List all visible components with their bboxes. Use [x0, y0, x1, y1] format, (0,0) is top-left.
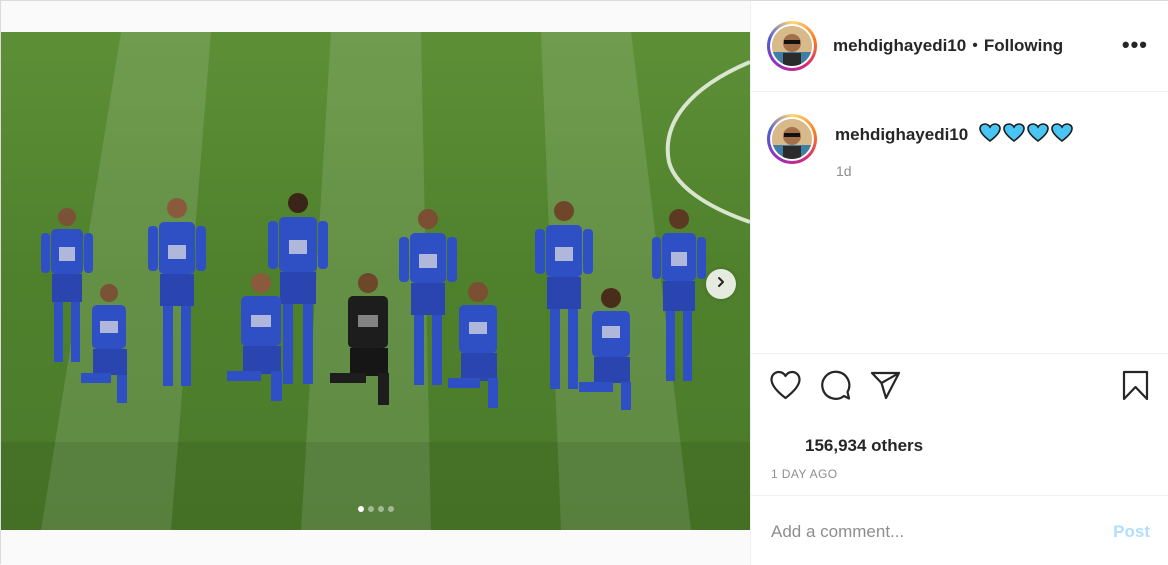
post-actions-section: 156,934 others 1 DAY AGO: [751, 353, 1168, 495]
team-photo-image: [1, 32, 750, 530]
post-comment-button[interactable]: Post: [1113, 522, 1150, 542]
caption-time[interactable]: 1d: [836, 163, 852, 179]
author-username[interactable]: mehdighayedi10: [833, 36, 966, 56]
likes-count[interactable]: 156,934 others: [805, 436, 923, 456]
separator-dot: •: [972, 37, 978, 54]
following-button[interactable]: Following: [984, 36, 1063, 56]
carousel-dot: [377, 506, 384, 512]
action-bar: [769, 369, 902, 402]
author-avatar[interactable]: [767, 21, 817, 71]
post-sidebar: mehdighayedi10 • Following ••• mehdighay…: [750, 1, 1168, 565]
comment-icon[interactable]: [819, 369, 852, 402]
post-media: [1, 1, 750, 565]
carousel-indicator: [1, 506, 750, 512]
bookmark-icon[interactable]: [1119, 369, 1152, 402]
comment-input[interactable]: [771, 522, 1091, 542]
post-dialog: mehdighayedi10 • Following ••• mehdighay…: [0, 0, 1168, 565]
share-icon[interactable]: [869, 369, 902, 402]
avatar-photo: [772, 119, 812, 159]
carousel-dot: [357, 506, 364, 512]
carousel-dot: [367, 506, 374, 512]
caption-text: 💙💙💙💙: [978, 123, 1073, 148]
chevron-right-icon: [715, 275, 727, 293]
avatar-photo: [772, 26, 812, 66]
carousel-next-button[interactable]: [706, 269, 736, 299]
ellipsis-icon[interactable]: •••: [1122, 34, 1148, 56]
post-date[interactable]: 1 DAY AGO: [771, 467, 838, 481]
heart-icon[interactable]: [769, 369, 802, 402]
carousel-dot: [387, 506, 394, 512]
post-caption: mehdighayedi10 💙💙💙💙: [767, 114, 1157, 164]
post-header: mehdighayedi10 • Following •••: [751, 1, 1168, 92]
caption-username[interactable]: mehdighayedi10: [835, 125, 968, 144]
comment-section: Post: [751, 495, 1168, 565]
blue-heart-icons: [978, 123, 1073, 143]
post-photo[interactable]: [1, 32, 750, 530]
caption-avatar[interactable]: [767, 114, 817, 164]
